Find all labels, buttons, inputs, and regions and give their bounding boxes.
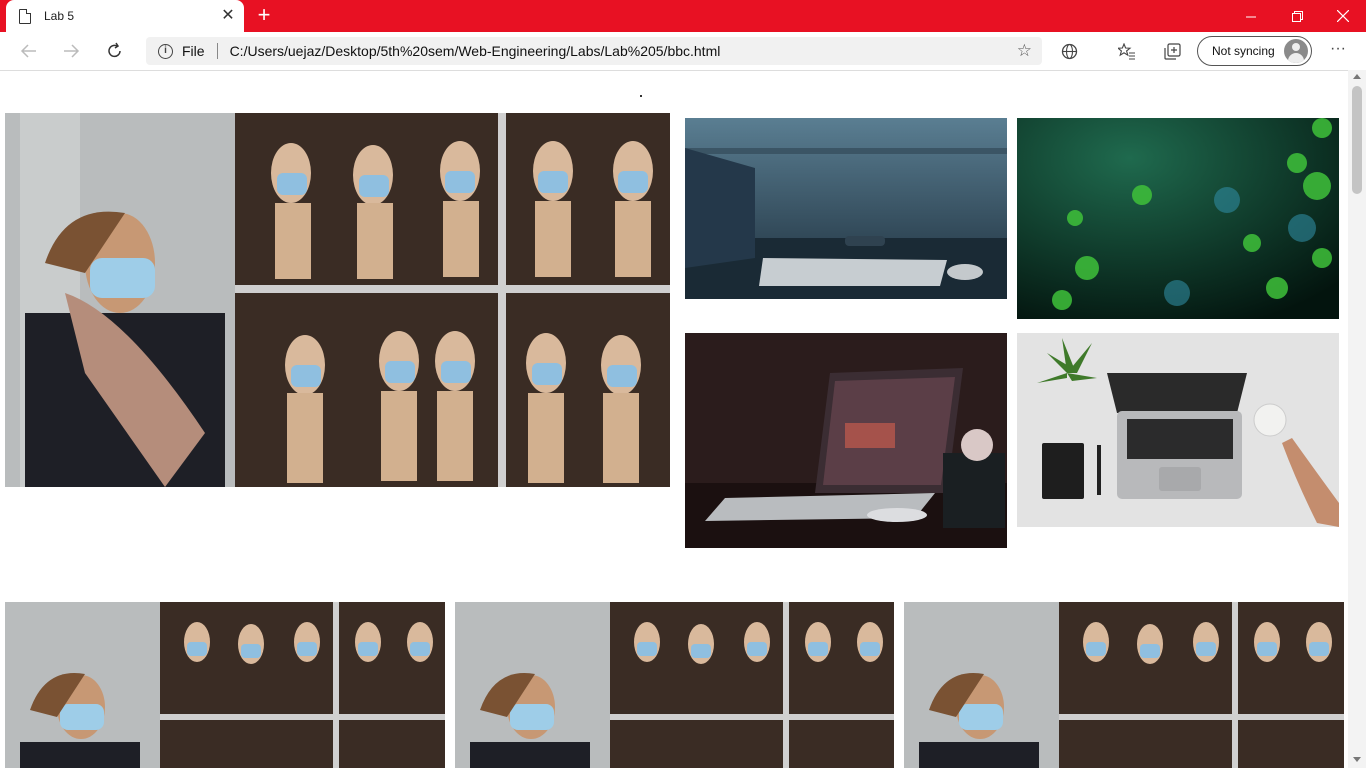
new-tab-button[interactable]: + xyxy=(254,4,274,26)
address-url[interactable]: C:/Users/uejaz/Desktop/5th%20sem/Web-Eng… xyxy=(230,43,721,59)
scroll-down-arrow-icon[interactable] xyxy=(1353,757,1361,762)
tab-title: Lab 5 xyxy=(44,9,75,23)
restore-icon xyxy=(1291,10,1303,22)
scrollbar-thumb[interactable] xyxy=(1352,86,1362,194)
forward-button[interactable] xyxy=(56,36,86,66)
document-icon xyxy=(19,8,31,24)
page-content xyxy=(0,70,1348,768)
close-icon xyxy=(1337,10,1349,22)
avatar xyxy=(1284,39,1308,63)
favorites-icon[interactable] xyxy=(1116,40,1138,62)
scroll-up-arrow-icon[interactable] xyxy=(1353,74,1361,79)
close-tab-icon[interactable]: ✕ xyxy=(220,8,236,24)
browser-tab[interactable]: Lab 5 ✕ xyxy=(6,0,244,32)
masks-thumb-2-image xyxy=(455,602,894,768)
more-menu-icon[interactable]: ··· xyxy=(1328,40,1348,62)
masks-mannequins-hero-image xyxy=(5,113,670,487)
green-bokeh-image xyxy=(1017,118,1339,319)
profile-sync-button[interactable]: Not syncing xyxy=(1197,36,1312,66)
masks-thumb-1-image xyxy=(5,602,445,768)
laptop-keyboard-desk-image xyxy=(685,118,1007,299)
back-arrow-icon xyxy=(20,44,36,58)
laptop-dark-desk-image xyxy=(685,333,1007,548)
sync-label: Not syncing xyxy=(1212,44,1275,58)
minimize-icon xyxy=(1245,16,1256,17)
refresh-button[interactable] xyxy=(100,36,130,66)
refresh-icon xyxy=(108,42,121,58)
address-separator xyxy=(216,43,218,59)
site-info-icon[interactable]: i xyxy=(158,43,173,59)
translate-icon[interactable] xyxy=(1058,40,1080,62)
favorite-star-icon[interactable]: ☆ xyxy=(1017,41,1032,61)
browser-toolbar: i File C:/Users/uejaz/Desktop/5th%20sem/… xyxy=(0,32,1366,70)
minimize-button[interactable] xyxy=(1228,0,1274,32)
stray-dot xyxy=(640,95,642,97)
address-bar[interactable]: i File C:/Users/uejaz/Desktop/5th%20sem/… xyxy=(146,37,1042,65)
collections-icon[interactable] xyxy=(1161,40,1183,62)
browser-titlebar: Lab 5 ✕ + xyxy=(0,0,1366,32)
laptop-top-view-image xyxy=(1017,333,1339,527)
vertical-scrollbar[interactable] xyxy=(1348,70,1366,768)
close-window-button[interactable] xyxy=(1320,0,1366,32)
forward-arrow-icon xyxy=(64,44,80,58)
masks-thumb-3-image xyxy=(904,602,1344,768)
back-button[interactable] xyxy=(14,36,44,66)
address-scheme: File xyxy=(182,43,205,59)
restore-button[interactable] xyxy=(1274,0,1320,32)
